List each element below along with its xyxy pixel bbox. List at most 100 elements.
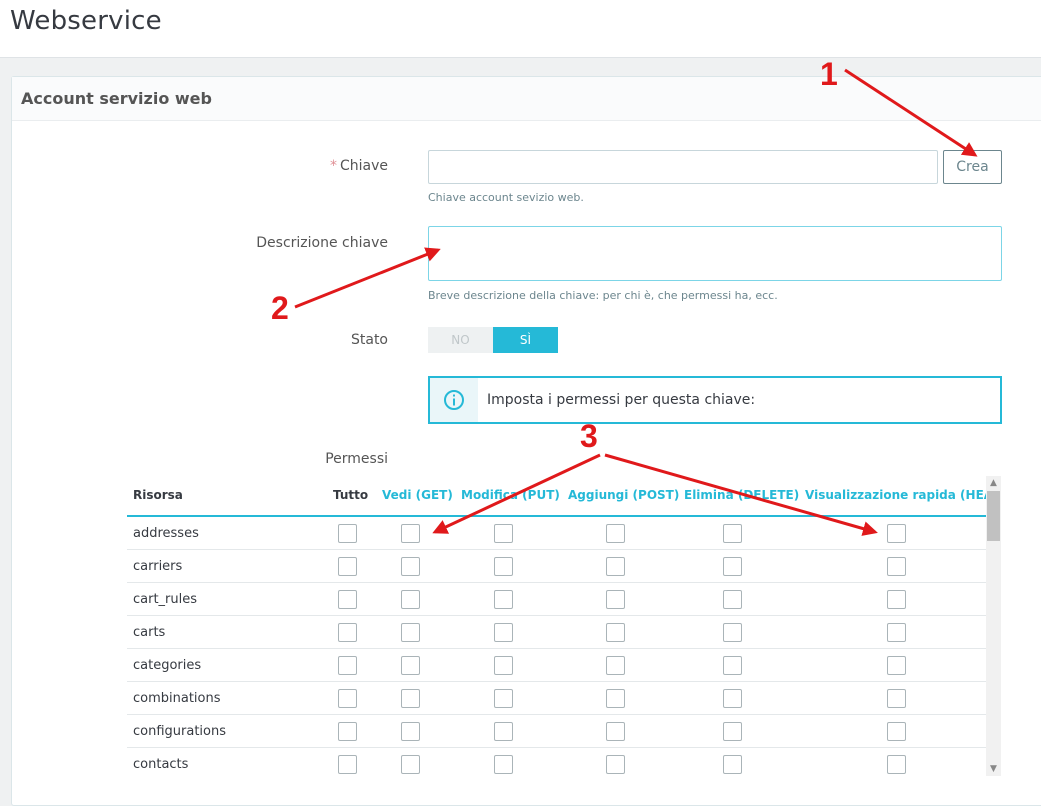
checkbox-head[interactable] (887, 590, 906, 609)
checkbox-put[interactable] (494, 689, 513, 708)
checkbox-get[interactable] (401, 722, 420, 741)
checkbox-all[interactable] (338, 623, 357, 642)
panel-heading: Account servizio web (12, 77, 1041, 121)
checkbox-get[interactable] (401, 656, 420, 675)
checkbox-post[interactable] (606, 755, 625, 774)
descrizione-help: Breve descrizione della chiave: per chi … (428, 289, 778, 302)
stato-toggle[interactable]: NO SÌ (428, 327, 558, 353)
checkbox-delete[interactable] (723, 590, 742, 609)
chiave-label: * Chiave (128, 158, 388, 174)
checkbox-all[interactable] (338, 557, 357, 576)
resource-name: contacts (133, 757, 189, 772)
checkbox-all[interactable] (338, 722, 357, 741)
checkbox-all[interactable] (338, 590, 357, 609)
resource-name: configurations (133, 724, 227, 739)
checkbox-put[interactable] (494, 623, 513, 642)
checkbox-head[interactable] (887, 557, 906, 576)
checkbox-post[interactable] (606, 722, 625, 741)
checkbox-put[interactable] (494, 656, 513, 675)
permissions-info-alert: Imposta i permessi per questa chiave: (428, 376, 1002, 424)
table-row: categories (127, 649, 987, 682)
info-circle-icon (430, 378, 478, 422)
resource-name: carriers (133, 559, 183, 574)
table-row: cart_rules (127, 583, 987, 616)
required-marker: * (329, 158, 337, 174)
table-row: combinations (127, 682, 987, 715)
table-row: addresses (127, 517, 987, 550)
checkbox-delete[interactable] (723, 623, 742, 642)
checkbox-put[interactable] (494, 557, 513, 576)
checkbox-put[interactable] (494, 722, 513, 741)
checkbox-head[interactable] (887, 755, 906, 774)
resource-name: carts (133, 625, 166, 640)
checkbox-all[interactable] (338, 524, 357, 543)
col-header-get[interactable]: Vedi (GET) (382, 488, 453, 502)
chiave-input[interactable] (428, 150, 938, 184)
checkbox-get[interactable] (401, 557, 420, 576)
checkbox-head[interactable] (887, 623, 906, 642)
checkbox-all[interactable] (338, 689, 357, 708)
table-row: contacts (127, 748, 987, 776)
scroll-up-icon[interactable]: ▲ (986, 476, 1001, 490)
checkbox-post[interactable] (606, 590, 625, 609)
checkbox-delete[interactable] (723, 722, 742, 741)
checkbox-delete[interactable] (723, 557, 742, 576)
checkbox-head[interactable] (887, 689, 906, 708)
checkbox-delete[interactable] (723, 656, 742, 675)
col-header-put[interactable]: Modifica (PUT) (461, 488, 560, 502)
checkbox-head[interactable] (887, 656, 906, 675)
annotation-number-2: 2 (271, 290, 289, 326)
table-row: carts (127, 616, 987, 649)
col-header-tutto: Tutto (333, 488, 369, 502)
checkbox-head[interactable] (887, 524, 906, 543)
scrollbar-thumb[interactable] (987, 491, 1000, 541)
descrizione-textarea[interactable] (428, 226, 1002, 281)
resource-name: addresses (133, 526, 199, 541)
resource-name: categories (133, 658, 202, 673)
checkbox-post[interactable] (606, 524, 625, 543)
page-header: Webservice (0, 0, 1041, 58)
permissions-table: Risorsa Tutto Vedi (GET) Modifica (PUT) … (127, 476, 1001, 776)
resource-name: combinations (133, 691, 221, 706)
checkbox-get[interactable] (401, 524, 420, 543)
checkbox-get[interactable] (401, 755, 420, 774)
stato-option-no[interactable]: NO (428, 327, 493, 353)
annotation-number-3: 3 (580, 418, 598, 454)
checkbox-put[interactable] (494, 524, 513, 543)
stato-label: Stato (350, 332, 388, 348)
page-title: Webservice (10, 6, 162, 36)
checkbox-head[interactable] (887, 722, 906, 741)
generate-key-button[interactable]: Crea (943, 150, 1002, 184)
checkbox-post[interactable] (606, 623, 625, 642)
col-header-delete[interactable]: Elimina (DELETE) (684, 488, 799, 502)
checkbox-put[interactable] (494, 590, 513, 609)
resource-name: cart_rules (133, 592, 198, 607)
permessi-label: Permessi (325, 451, 388, 467)
checkbox-put[interactable] (494, 755, 513, 774)
col-header-post[interactable]: Aggiungi (POST) (568, 488, 679, 502)
checkbox-get[interactable] (401, 590, 420, 609)
checkbox-all[interactable] (338, 755, 357, 774)
col-header-risorsa: Risorsa (133, 488, 183, 502)
checkbox-delete[interactable] (723, 524, 742, 543)
descrizione-label: Descrizione chiave (256, 235, 388, 251)
table-scrollbar[interactable]: ▲ ▼ (986, 476, 1001, 776)
checkbox-delete[interactable] (723, 755, 742, 774)
annotation-number-1: 1 (820, 56, 838, 92)
table-row: configurations (127, 715, 987, 748)
col-header-head[interactable]: Visualizzazione rapida (HEAD) (805, 488, 1001, 502)
table-row: carriers (127, 550, 987, 583)
checkbox-all[interactable] (338, 656, 357, 675)
checkbox-post[interactable] (606, 656, 625, 675)
panel-heading-title: Account servizio web (21, 89, 212, 108)
chiave-label-text: Chiave (339, 158, 388, 174)
chiave-help: Chiave account sevizio web. (428, 191, 584, 204)
stato-option-si[interactable]: SÌ (493, 327, 558, 353)
checkbox-get[interactable] (401, 689, 420, 708)
checkbox-get[interactable] (401, 623, 420, 642)
scroll-down-icon[interactable]: ▼ (986, 762, 1001, 776)
checkbox-post[interactable] (606, 557, 625, 576)
checkbox-delete[interactable] (723, 689, 742, 708)
checkbox-post[interactable] (606, 689, 625, 708)
permissions-info-text: Imposta i permessi per questa chiave: (487, 392, 756, 408)
